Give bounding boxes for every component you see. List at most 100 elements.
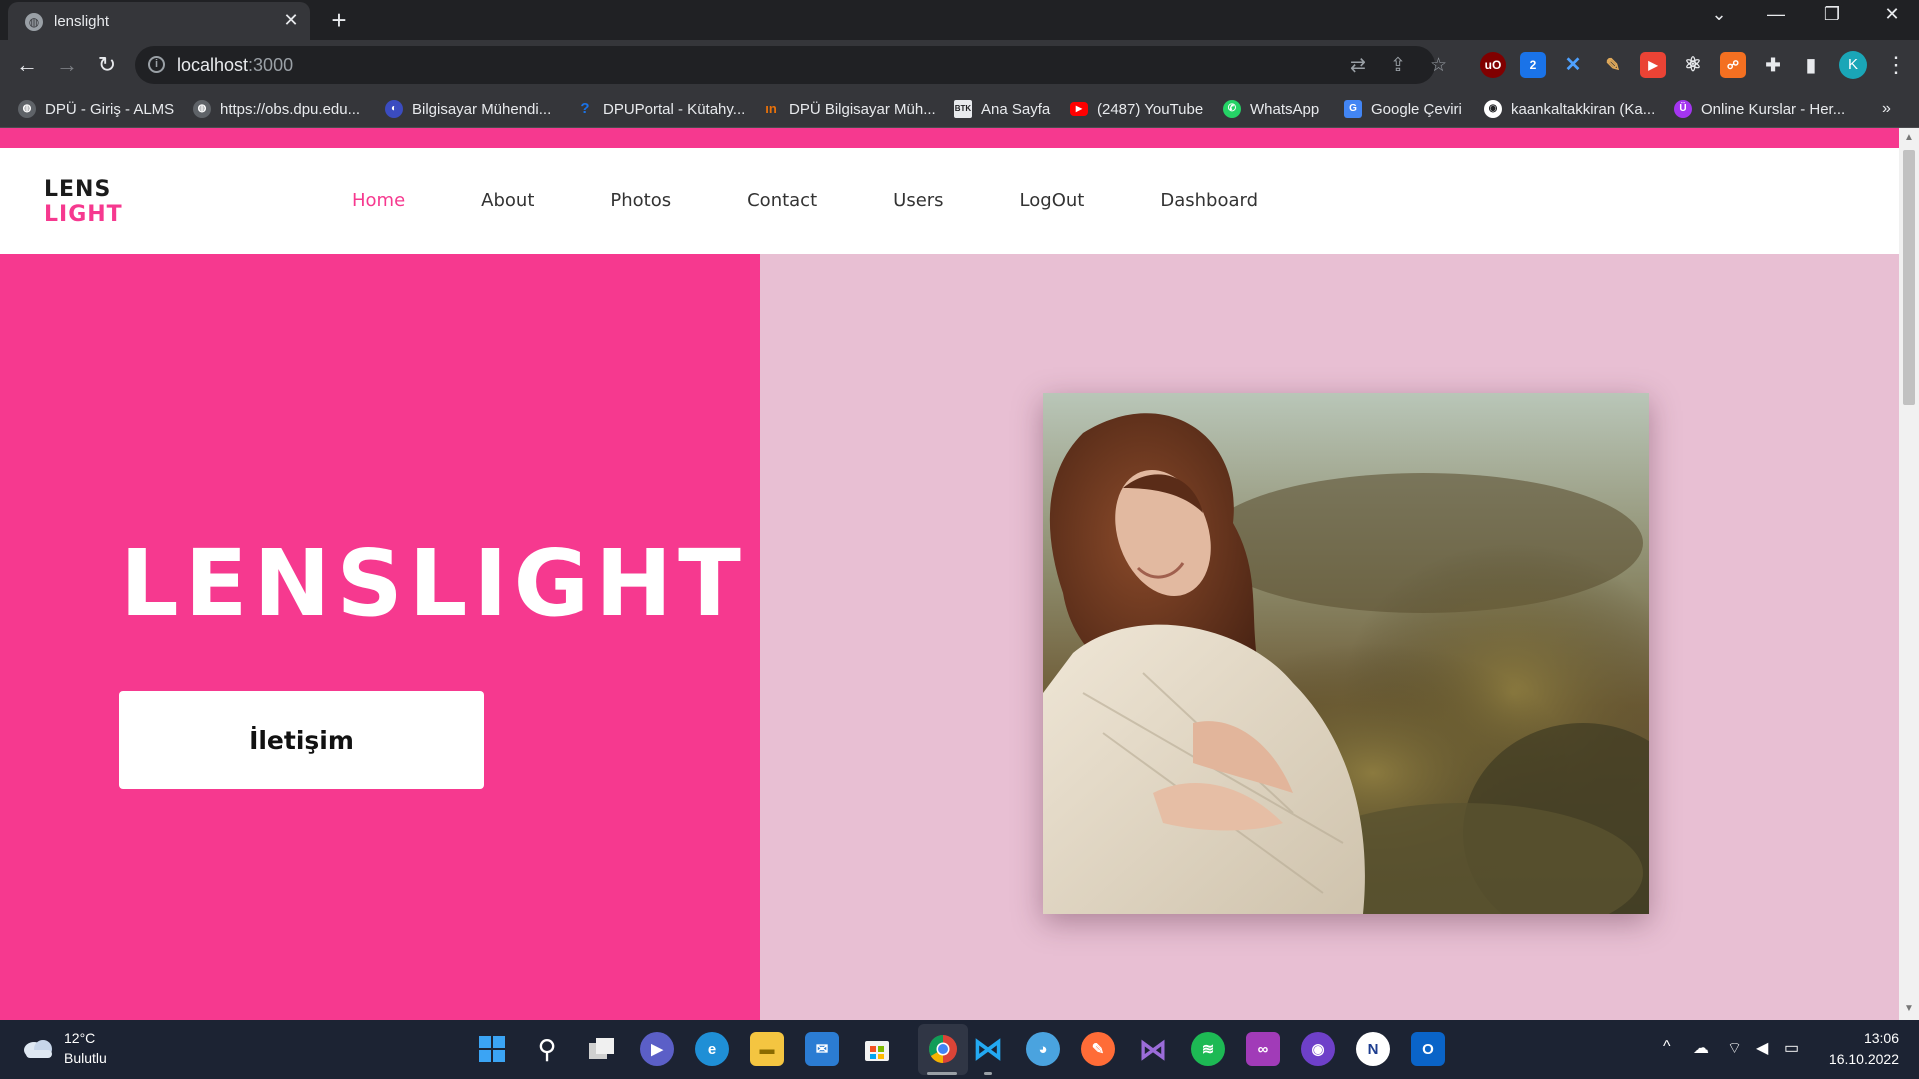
page-scrollbar[interactable]: ▲ ▼	[1899, 128, 1919, 1020]
teams-chat-icon[interactable]: ▶	[640, 1032, 674, 1066]
chrome-icon[interactable]	[926, 1032, 960, 1066]
bookmark-item[interactable]: ◐ Bilgisayar Mühendi...	[385, 96, 551, 122]
restore-window-button[interactable]: ❐	[1812, 4, 1852, 25]
forward-button[interactable]: →	[52, 50, 82, 80]
nav-home-link[interactable]: Home	[352, 190, 405, 211]
question-icon: ?	[580, 100, 590, 117]
outlook-icon[interactable]: O	[1411, 1032, 1445, 1066]
close-window-button[interactable]: ✕	[1872, 4, 1912, 25]
mail-icon[interactable]: ✉	[805, 1032, 839, 1066]
minimize-window-button[interactable]: —	[1756, 4, 1796, 25]
bookmark-item[interactable]: ◍ DPÜ - Giriş - ALMS	[18, 96, 174, 122]
tools-extension-icon[interactable]: ✕	[1560, 52, 1586, 78]
close-tab-icon[interactable]: ✕	[280, 10, 302, 31]
bookmark-item[interactable]: G Google Çeviri	[1344, 96, 1462, 122]
visual-studio-icon[interactable]: ⋈	[1136, 1032, 1170, 1066]
udemy-icon: Ü	[1674, 100, 1692, 118]
browser-toolbar: ← → ↻ i localhost:3000 ⇄ ⇪ ☆ uO 2 ✕ ✎ ▶ …	[0, 40, 1919, 90]
spotify-icon[interactable]: ≋	[1191, 1032, 1225, 1066]
whatsapp-icon: ✆	[1223, 100, 1241, 118]
volume-icon[interactable]: ◀	[1756, 1038, 1768, 1058]
bookmark-item[interactable]: ◍ https://obs.dpu.edu...	[193, 96, 360, 122]
profile-avatar[interactable]: K	[1839, 51, 1867, 79]
show-hidden-icons-chevron-icon[interactable]: ^	[1663, 1038, 1671, 1056]
rss-extension-icon[interactable]: ☍	[1720, 52, 1746, 78]
weather-description[interactable]: Bulutlu	[64, 1050, 107, 1066]
notion-icon[interactable]: N	[1356, 1032, 1390, 1066]
ie-tab-icon[interactable]: 2	[1520, 52, 1546, 78]
nav-dashboard-link[interactable]: Dashboard	[1160, 190, 1258, 211]
more-bookmarks-button[interactable]: »	[1882, 100, 1891, 118]
vscode-running-indicator	[984, 1072, 992, 1075]
bookmarks-bar: ◍ DPÜ - Giriş - ALMS ◍ https://obs.dpu.edu…	[0, 90, 1919, 128]
react-devtools-icon[interactable]: ⚛	[1680, 52, 1706, 78]
arduino-icon[interactable]: ∞	[1246, 1032, 1280, 1066]
back-button[interactable]: ←	[12, 50, 42, 80]
contact-button[interactable]: İletişim	[119, 691, 484, 789]
hero-photo	[1043, 393, 1649, 914]
bookmark-item[interactable]: ? DPUPortal - Kütahy...	[576, 96, 745, 122]
ublock-origin-icon[interactable]: uO	[1480, 52, 1506, 78]
windows-start-icon[interactable]	[475, 1032, 509, 1066]
edge-icon[interactable]: e	[695, 1032, 729, 1066]
clock-date[interactable]: 16.10.2022	[1809, 1051, 1899, 1067]
side-panel-icon[interactable]: ▮	[1798, 52, 1824, 78]
scroll-down-arrow-icon[interactable]: ▼	[1904, 1003, 1914, 1014]
cloud-weather-icon[interactable]	[22, 1037, 54, 1059]
clock-time[interactable]: 13:06	[1829, 1030, 1899, 1046]
bookmark-item[interactable]: ▶ (2487) YouTube	[1070, 96, 1203, 122]
address-bar[interactable]: i localhost:3000 ⇄ ⇪ ☆	[135, 46, 1447, 84]
bookmark-item[interactable]: ın DPÜ Bilgisayar Müh...	[762, 96, 936, 122]
bookmark-item[interactable]: ◉ kaankaltakkiran (Ka...	[1484, 96, 1655, 122]
file-explorer-icon[interactable]: ▬	[750, 1032, 784, 1066]
new-tab-button[interactable]: +	[324, 5, 354, 36]
portrait-photo-illustration	[1043, 393, 1649, 914]
vscode-icon[interactable]: ⋈	[971, 1032, 1005, 1066]
battery-icon[interactable]: ▭	[1784, 1038, 1799, 1058]
browser-tab-strip: ◍ lenslight ✕ + ⌄ — ❐ ✕	[0, 0, 1919, 40]
nav-photos-link[interactable]: Photos	[610, 190, 671, 211]
bookmark-item[interactable]: Ü Online Kurslar - Her...	[1674, 96, 1845, 122]
weather-temperature[interactable]: 12°C	[64, 1030, 95, 1046]
browser-tab[interactable]: ◍ lenslight ✕	[8, 2, 310, 40]
microsoft-store-icon[interactable]	[860, 1032, 894, 1066]
nav-about-link[interactable]: About	[481, 190, 534, 211]
site-navbar: LENS LIGHT Home About Photos Contact Use…	[0, 148, 1899, 254]
extensions-puzzle-icon[interactable]: ✚	[1760, 52, 1786, 78]
windows-taskbar: 12°C Bulutlu ⚲ ▶ e ▬ ✉ ⋈ ◕ ✎ ⋈ ≋ ∞ ◉ N O…	[0, 1020, 1919, 1079]
main-nav: Home About Photos Contact Users LogOut D…	[352, 190, 1258, 211]
dpu-logo-icon: ın	[765, 101, 777, 116]
url-text[interactable]: localhost:3000	[177, 55, 293, 76]
reload-button[interactable]: ↻	[92, 50, 122, 80]
globe-icon: ◍	[25, 13, 43, 31]
bookmark-item[interactable]: ✆ WhatsApp	[1223, 96, 1319, 122]
onedrive-icon[interactable]: ☁	[1693, 1038, 1709, 1058]
task-view-icon[interactable]	[585, 1032, 619, 1066]
tab-search-icon[interactable]: ⌄	[1699, 4, 1739, 25]
hero-left-panel: LENSLIGHT İletişim	[0, 254, 760, 1020]
site-info-icon[interactable]: i	[148, 56, 165, 73]
nav-logout-link[interactable]: LogOut	[1020, 190, 1085, 211]
scrollbar-thumb[interactable]	[1903, 150, 1915, 405]
youtube-icon: ▶	[1070, 102, 1088, 116]
nav-contact-link[interactable]: Contact	[747, 190, 817, 211]
postman-icon[interactable]: ✎	[1081, 1032, 1115, 1066]
youtube-extension-icon[interactable]: ▶	[1640, 52, 1666, 78]
accent-top-bar	[0, 128, 1899, 148]
lock-extension-icon[interactable]: ✎	[1600, 52, 1626, 78]
chrome-menu-icon[interactable]: ⋮	[1881, 50, 1911, 80]
scroll-up-arrow-icon[interactable]: ▲	[1904, 132, 1914, 143]
nav-users-link[interactable]: Users	[893, 190, 943, 211]
github-desktop-icon[interactable]: ◉	[1301, 1032, 1335, 1066]
github-icon: ◉	[1484, 100, 1502, 118]
share-icon[interactable]: ⇪	[1390, 54, 1406, 77]
search-icon[interactable]: ⚲	[530, 1032, 564, 1066]
hero-right-panel	[760, 254, 1899, 1020]
translate-icon[interactable]: ⇄	[1350, 54, 1366, 77]
paint-icon[interactable]: ◕	[1026, 1032, 1060, 1066]
bookmark-star-icon[interactable]: ☆	[1430, 54, 1447, 77]
wifi-icon[interactable]: ⌔	[1727, 1038, 1742, 1058]
site-logo[interactable]: LENS LIGHT	[44, 177, 123, 227]
bookmark-item[interactable]: BTK Ana Sayfa	[954, 96, 1050, 122]
globe-icon: ◍	[18, 100, 36, 118]
